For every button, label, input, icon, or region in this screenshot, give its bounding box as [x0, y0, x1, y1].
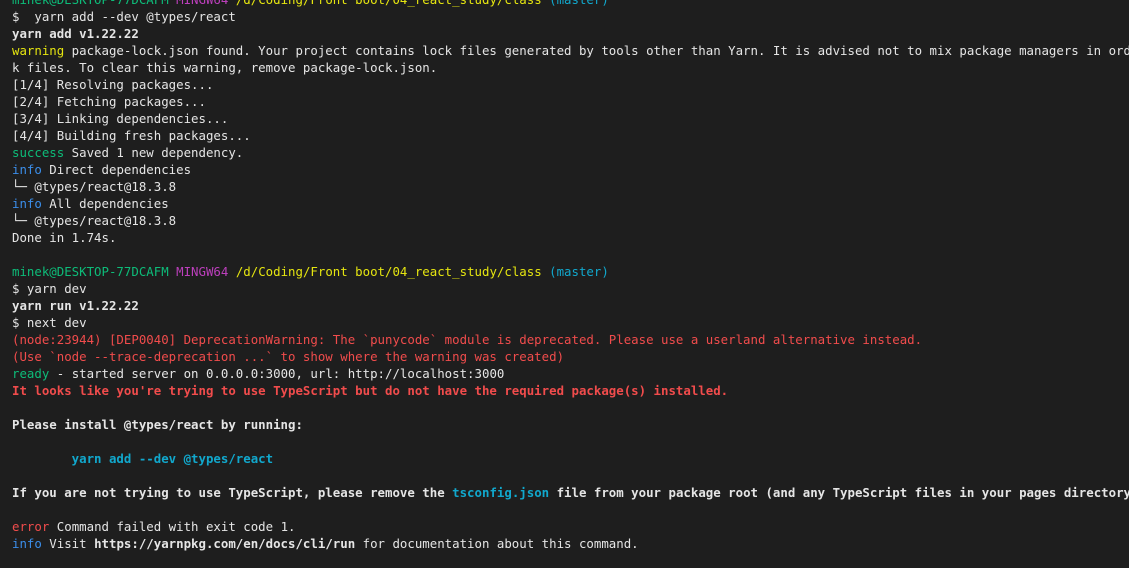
- terminal-line: [1/4] Resolving packages...: [12, 76, 1129, 93]
- terminal-line: warning package-lock.json found. Your pr…: [12, 42, 1129, 59]
- terminal-output[interactable]: minek@DESKTOP-77DCAFM MINGW64 /d/Coding/…: [12, 0, 1129, 552]
- terminal-line: yarn run v1.22.22: [12, 297, 1129, 314]
- terminal-text: $ yarn dev: [12, 281, 87, 296]
- terminal-line: k files. To clear this warning, remove p…: [12, 59, 1129, 76]
- terminal-text: (master): [549, 264, 609, 279]
- terminal-text: k files. To clear this warning, remove p…: [12, 60, 438, 75]
- terminal-text: https://yarnpkg.com/en/docs/cli/run: [94, 536, 356, 551]
- terminal-text: file from your package root (and any Typ…: [549, 485, 1129, 500]
- terminal-text: Command failed with exit code 1.: [49, 519, 296, 534]
- terminal-text: Direct dependencies: [41, 162, 192, 177]
- terminal-line: info All dependencies: [12, 195, 1129, 212]
- terminal-text: If you are not trying to use TypeScript,…: [12, 485, 453, 500]
- terminal-text: for documentation about this command.: [355, 536, 639, 551]
- terminal-line: $ next dev: [12, 314, 1129, 331]
- terminal-line: success Saved 1 new dependency.: [12, 144, 1129, 161]
- terminal-line: [4/4] Building fresh packages...: [12, 127, 1129, 144]
- terminal-line: $ yarn dev: [12, 280, 1129, 297]
- terminal-text: yarn add --dev @types/react: [12, 451, 274, 466]
- terminal-line: └─ @types/react@18.3.8: [12, 178, 1129, 195]
- terminal-line: yarn add --dev @types/react: [12, 450, 1129, 467]
- terminal-text: [1/4] Resolving packages...: [12, 77, 214, 92]
- terminal-line: [3/4] Linking dependencies...: [12, 110, 1129, 127]
- terminal-line: error Command failed with exit code 1.: [12, 518, 1129, 535]
- terminal-text: yarn run v1.22.22: [12, 298, 139, 313]
- terminal-text: └─ @types/react@18.3.8: [12, 213, 177, 228]
- terminal-text: $ yarn add --dev @types/react: [12, 9, 236, 24]
- terminal-line: Done in 1.74s.: [12, 229, 1129, 246]
- terminal-text: MINGW64: [176, 0, 236, 7]
- terminal-line: (Use `node --trace-deprecation ...` to s…: [12, 348, 1129, 365]
- terminal-text: tsconfig.json: [452, 485, 550, 500]
- terminal-text: ready: [12, 366, 50, 381]
- terminal-line: If you are not trying to use TypeScript,…: [12, 484, 1129, 501]
- terminal-text: All dependencies: [41, 196, 169, 211]
- terminal-text: - started server on 0.0.0.0:3000, url: h…: [49, 366, 505, 381]
- terminal-text: MINGW64: [176, 264, 236, 279]
- terminal-text: Done in 1.74s.: [12, 230, 117, 245]
- terminal-line: └─ @types/react@18.3.8: [12, 212, 1129, 229]
- terminal-line: minek@DESKTOP-77DCAFM MINGW64 /d/Coding/…: [12, 0, 1129, 8]
- terminal-line: (node:23944) [DEP0040] DeprecationWarnin…: [12, 331, 1129, 348]
- terminal-text: [3/4] Linking dependencies...: [12, 111, 229, 126]
- terminal-text: It looks like you're trying to use TypeS…: [12, 383, 729, 398]
- terminal-text: Visit: [41, 536, 95, 551]
- terminal-text: package-lock.json found. Your project co…: [64, 43, 1129, 58]
- terminal-text: [2/4] Fetching packages...: [12, 94, 206, 109]
- terminal-text: [4/4] Building fresh packages...: [12, 128, 251, 143]
- terminal-text: └─ @types/react@18.3.8: [12, 179, 177, 194]
- terminal-text: warning: [12, 43, 65, 58]
- terminal-line: info Visit https://yarnpkg.com/en/docs/c…: [12, 535, 1129, 552]
- terminal-line: $ yarn add --dev @types/react: [12, 8, 1129, 25]
- terminal-text: (master): [549, 0, 609, 7]
- terminal-text: info: [12, 162, 42, 177]
- terminal-line: minek@DESKTOP-77DCAFM MINGW64 /d/Coding/…: [12, 263, 1129, 280]
- terminal-text: error: [12, 519, 50, 534]
- terminal-text: (Use `node --trace-deprecation ...` to s…: [12, 349, 565, 364]
- terminal-text: Saved 1 new dependency.: [64, 145, 244, 160]
- terminal-text: minek@DESKTOP-77DCAFM: [12, 264, 177, 279]
- terminal-line: It looks like you're trying to use TypeS…: [12, 382, 1129, 399]
- terminal-text: /d/Coding/Front boot/04_react_study/clas…: [235, 264, 550, 279]
- terminal-line: [2/4] Fetching packages...: [12, 93, 1129, 110]
- terminal-line: info Direct dependencies: [12, 161, 1129, 178]
- terminal-text: Please install @types/react by running:: [12, 417, 303, 432]
- terminal-text: minek@DESKTOP-77DCAFM: [12, 0, 176, 7]
- terminal-line: yarn add v1.22.22: [12, 25, 1129, 42]
- terminal-line: Please install @types/react by running:: [12, 416, 1129, 433]
- terminal-text: success: [12, 145, 65, 160]
- terminal-text: $ next dev: [12, 315, 87, 330]
- terminal-text: /d/Coding/Front boot/04_react_study/clas…: [236, 0, 549, 7]
- terminal-text: (node:23944) [DEP0040] DeprecationWarnin…: [12, 332, 923, 347]
- terminal-line: ready - started server on 0.0.0.0:3000, …: [12, 365, 1129, 382]
- terminal-text: info: [12, 196, 42, 211]
- terminal-text: info: [12, 536, 42, 551]
- terminal-text: yarn add v1.22.22: [12, 26, 139, 41]
